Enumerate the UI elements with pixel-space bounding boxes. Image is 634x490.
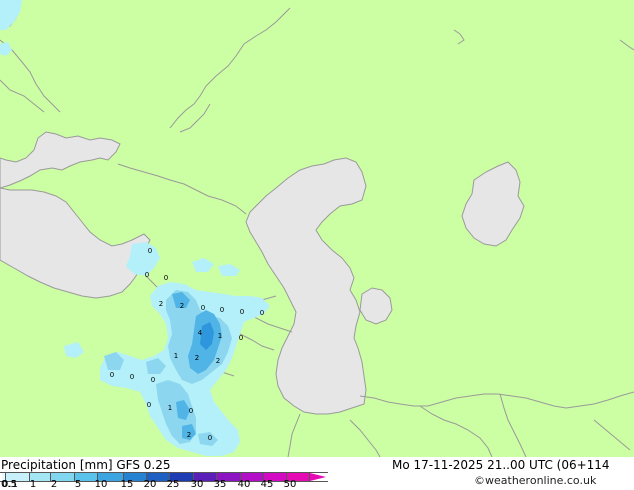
colorbar-tick-label: 30 <box>190 479 204 490</box>
colorbar-tick-label: 1 <box>29 479 37 490</box>
value-label: 0 <box>260 309 264 317</box>
value-label: 0 <box>201 304 205 312</box>
colorbar-tick-label: 15 <box>120 479 134 490</box>
value-label: 0 <box>151 376 155 384</box>
value-label: 2 <box>180 302 184 310</box>
value-label: 2 <box>159 300 163 308</box>
colorbar-tick-label: 45 <box>260 479 274 490</box>
value-label: 0 <box>239 334 243 342</box>
colorbar-tick-label: 5 <box>74 479 82 490</box>
colorbar-arrow <box>310 473 326 481</box>
value-label: 1 <box>168 404 172 412</box>
colorbar-tick-label: 50 <box>283 479 297 490</box>
valid-datetime: Mo 17-11-2025 21..00 UTC (06+114 <box>392 458 610 472</box>
value-label: 0 <box>130 373 134 381</box>
value-label: 1 <box>218 332 222 340</box>
value-label: 2 <box>187 431 191 439</box>
colorbar-tick-label: 10 <box>94 479 108 490</box>
precip-colorbar <box>0 472 328 482</box>
colorbar-tick-label: 2 <box>50 479 58 490</box>
value-label: 0 <box>208 434 212 442</box>
value-label: 2 <box>216 357 220 365</box>
colorbar-tick-label: 25 <box>166 479 180 490</box>
value-label: 0 <box>147 401 151 409</box>
value-label: 4 <box>198 329 203 337</box>
value-label: 0 <box>164 274 168 282</box>
credit-link[interactable]: ©weatheronline.co.uk <box>474 474 596 488</box>
value-label: 0 <box>240 308 244 316</box>
value-label: 0 <box>110 371 114 379</box>
colorbar-tick-label: 40 <box>237 479 251 490</box>
value-label: 0 <box>148 247 152 255</box>
precipitation-map: 0 0 0 2 2 0 0 0 0 4 1 0 1 2 2 0 0 0 0 1 … <box>0 0 634 457</box>
value-label: 0 <box>145 271 149 279</box>
product-title: Precipitation [mm] GFS 0.25 <box>1 458 171 472</box>
colorbar-tick-label: 20 <box>143 479 157 490</box>
value-label: 0 <box>189 407 193 415</box>
value-label: 0 <box>220 306 224 314</box>
value-label: 2 <box>195 354 199 362</box>
colorbar-tick-label: 0.5 <box>1 479 17 490</box>
colorbar-tick-label: 35 <box>213 479 227 490</box>
value-label: 1 <box>174 352 178 360</box>
